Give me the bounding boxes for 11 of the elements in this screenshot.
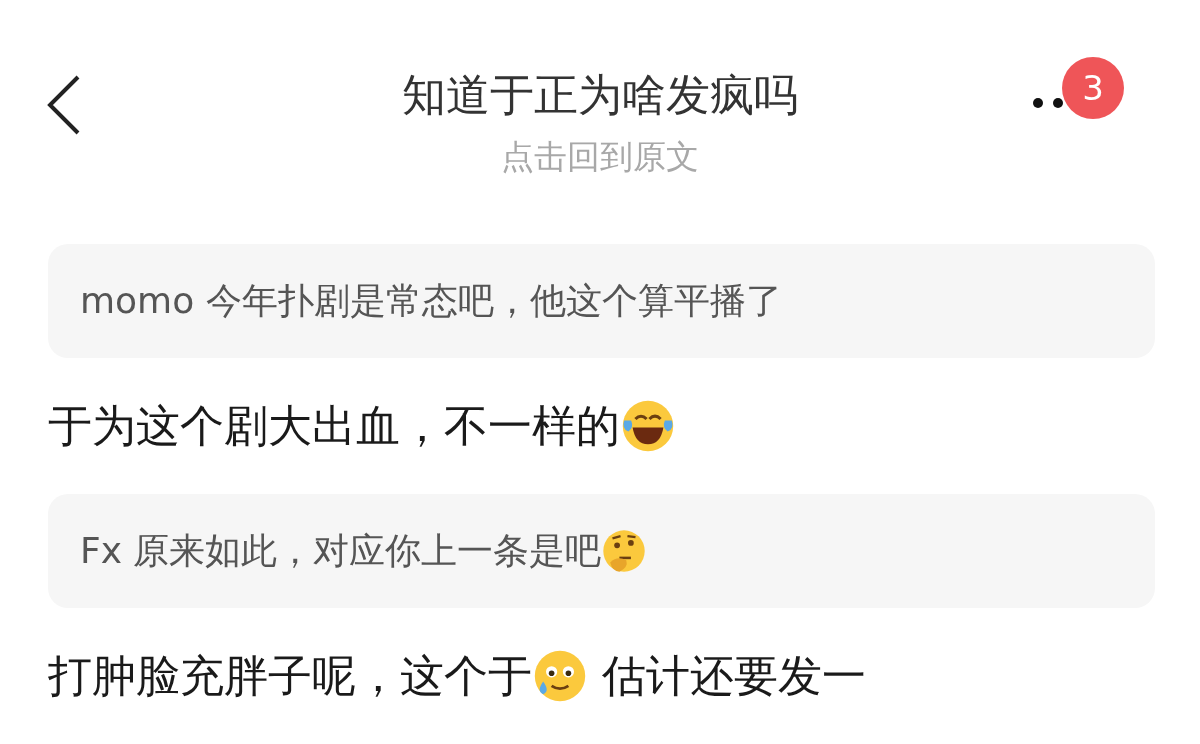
emoji-icon [601, 528, 648, 574]
back-to-post-link[interactable]: 点击回到原文 [501, 135, 699, 180]
quoted-text: momo 今年扑剧是常态吧，他这个算平播了 [80, 278, 782, 323]
comment-text: 打肿脸充胖子呢，这个于 [48, 648, 532, 703]
comment-text: 于为这个剧大出血，不一样的 [48, 398, 620, 453]
page-title: 知道于正为啥发疯吗 [402, 68, 798, 122]
comment-text: 估计还要发一 [602, 648, 866, 703]
quoted-text: Fx 原来如此，对应你上一条是吧 [80, 528, 602, 573]
emoji-icon [620, 398, 676, 454]
emoji-icon [532, 648, 588, 704]
notification-badge: 3 [1062, 57, 1124, 119]
